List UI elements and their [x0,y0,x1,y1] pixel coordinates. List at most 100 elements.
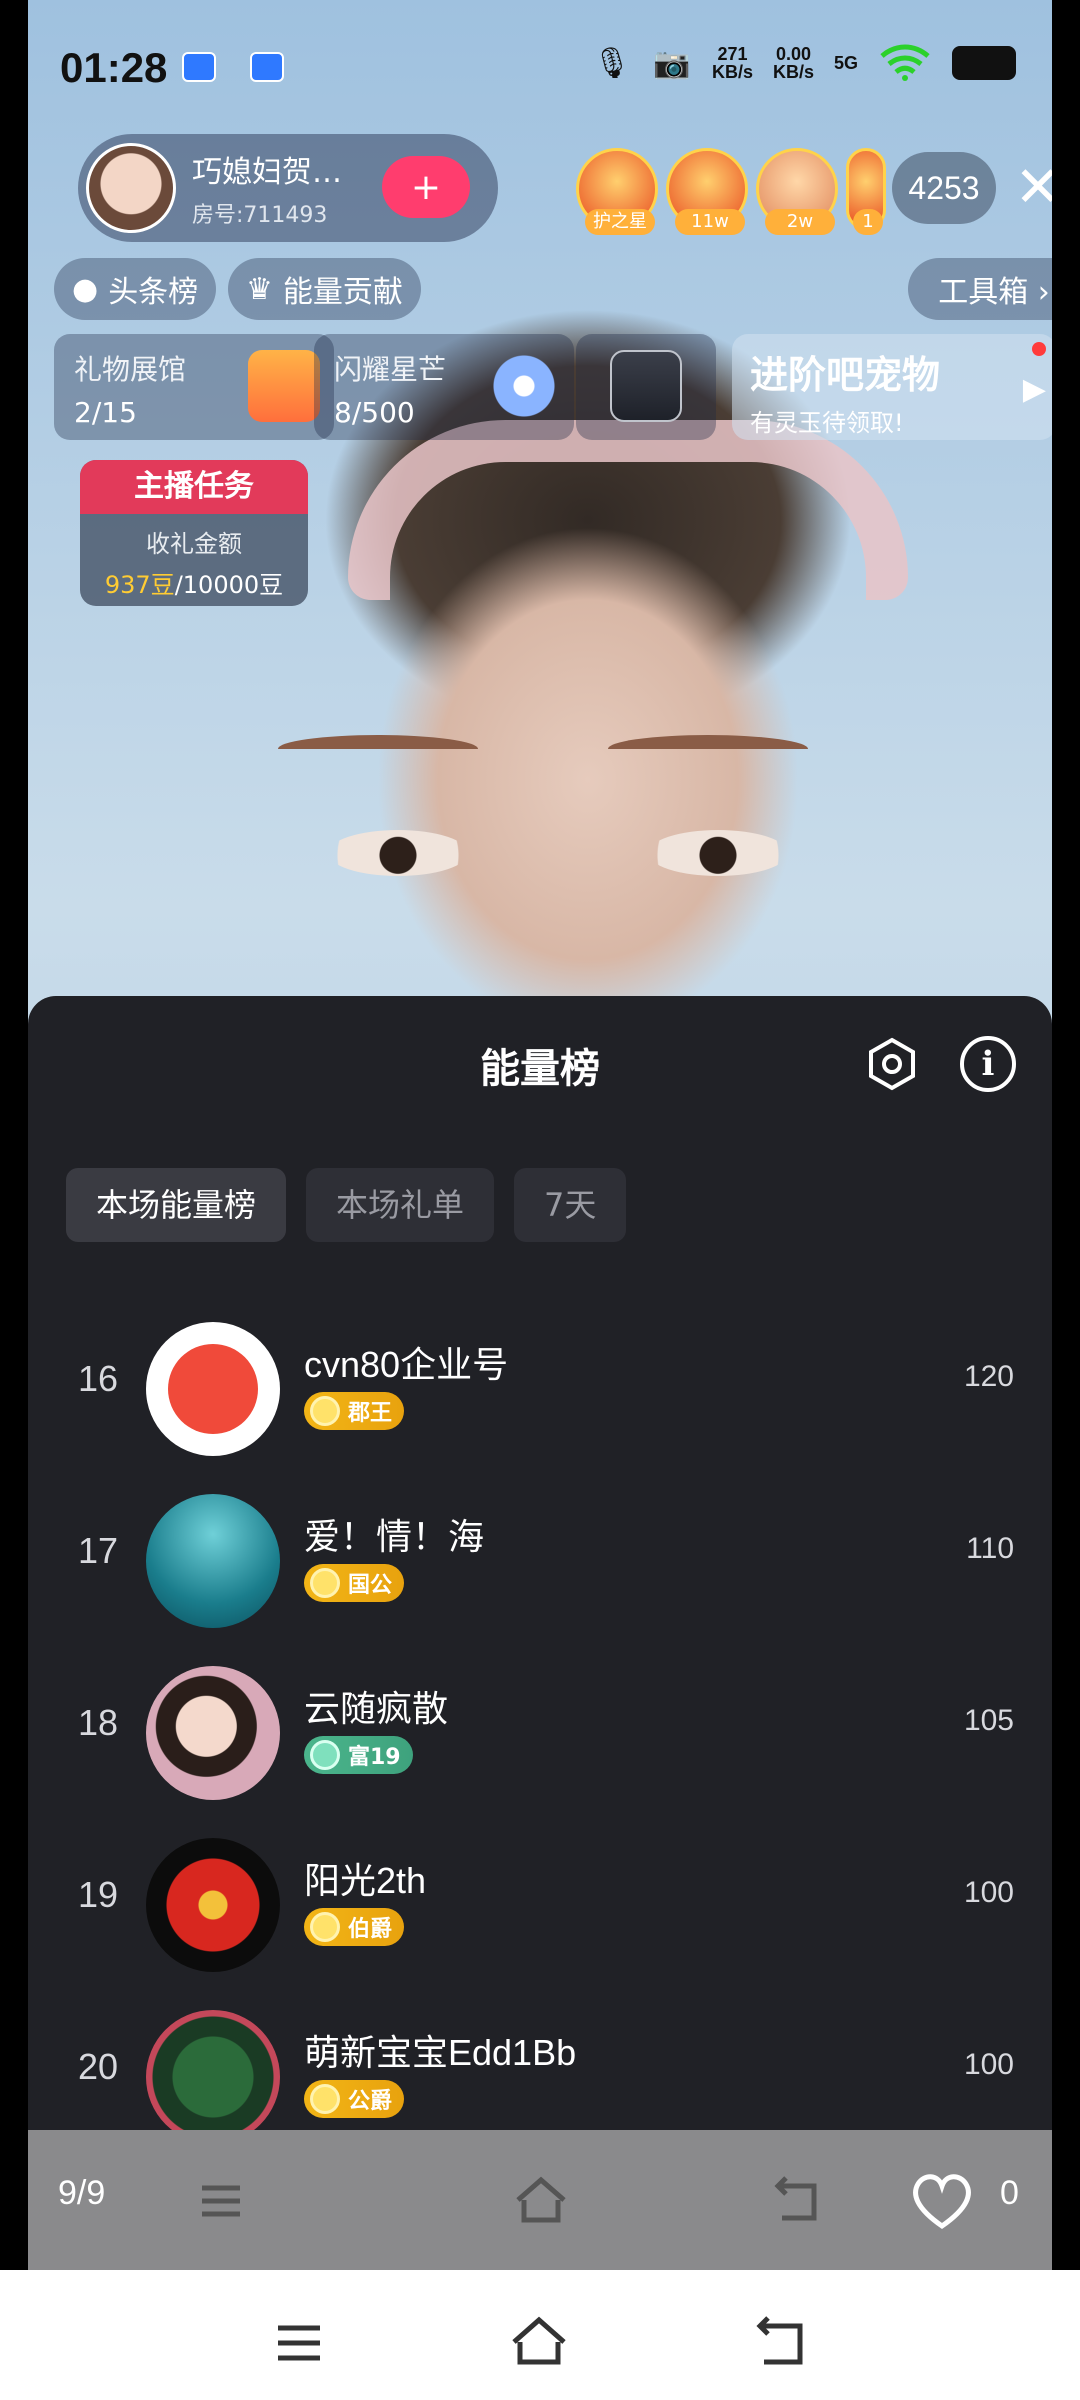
stream-video-detail [328,830,468,876]
fan-badge: 护之星 [585,209,655,235]
table-row[interactable]: 20 萌新宝宝Edd1Bb 公爵 100 [28,1994,1052,2136]
username: 云随疯散 [304,1688,449,1729]
avatar[interactable] [146,1838,280,1972]
live-stream-screen: 巧媳妇贺… 房号:711493 + 护之星 11w 2w 1 4253 ✕ ● … [28,0,1052,2270]
status-icons: 🎙 📷 271 KB/s 0.00 KB/s 5G [592,44,1016,82]
rank-number: 18 [78,1702,119,1743]
rank-number: 19 [78,1874,119,1915]
username: 爱！情！海 [304,1516,485,1557]
task-label: 收礼金额 [146,530,242,558]
username: 萌新宝宝Edd1Bb [304,2032,577,2073]
promo-title: 进阶吧宠物 [750,353,941,397]
signal-label: 5G [833,53,858,73]
status-bar: 01:28 🎙 📷 271 KB/s 0.00 KB/s 5G [0,0,1080,140]
task-current: 937豆 [104,571,175,599]
close-icon[interactable]: ✕ [1008,158,1052,218]
energy-contribution-button[interactable]: ♛ 能量贡献 [228,258,421,320]
tab-7-days[interactable]: 7天 [514,1168,627,1242]
table-row[interactable]: 17 爱！情！海 国公 110 [28,1478,1052,1638]
gift-box-icon [248,350,320,422]
camera-icon: 📷 [653,46,691,80]
table-row[interactable]: 16 cvn80企业号 郡王 120 [28,1306,1052,1466]
notification-app-icon [182,52,216,82]
net-speed-down: 0.00 KB/s [772,44,814,82]
fan-badge: 2w [765,209,835,235]
system-nav-bar [0,2270,1080,2400]
avatar[interactable] [146,1666,280,1800]
energy-rank-sheet: 能量榜 i 本场能量榜 本场礼单 7天 16 cvn80企业号 郡王 120 1… [28,996,1052,2136]
tab-session-gifts[interactable]: 本场礼单 [306,1168,495,1242]
toolbox-button[interactable]: 工具箱 › [908,258,1052,320]
top-fans-list: 护之星 11w 2w 1 [576,148,886,235]
page-indicator: 9/9 [58,2174,106,2212]
viewer-count[interactable]: 4253 [892,152,996,224]
back-icon[interactable] [764,2168,830,2234]
level-badge: 伯爵 [304,1908,405,1946]
info-icon[interactable]: i [960,1036,1016,1092]
notification-app-icon [250,52,284,82]
table-row[interactable]: 18 云随疯散 富19 105 [28,1650,1052,1810]
menu-icon[interactable] [188,2168,254,2234]
level-badge: 郡王 [304,1392,405,1430]
battery-icon [952,46,1016,80]
avatar[interactable] [146,1322,280,1456]
host-task-card[interactable]: 主播任务 收礼金额 937豆/10000豆 [80,460,308,606]
home-icon[interactable] [506,2310,572,2376]
rank-tabs: 本场能量榜 本场礼单 7天 [66,1168,627,1242]
energy-score: 110 [966,1532,1014,1565]
home-icon[interactable] [508,2168,574,2234]
fan-badge: 1 [853,209,883,235]
top-fan-avatar[interactable]: 护之星 [576,148,658,235]
level-badge: 富19 [304,1736,413,1774]
avatar[interactable] [146,1494,280,1628]
notification-dot [1032,342,1046,356]
headline-rank-label: 头条榜 [108,275,199,310]
top-fan-avatar[interactable]: 1 [846,148,886,235]
task-progress: 937豆/10000豆 [80,565,308,600]
flame-icon: ● [72,271,99,307]
stream-video-detail [608,735,808,763]
rank-list[interactable]: 16 cvn80企业号 郡王 120 17 爱！情！海 国公 110 18 云随… [28,1266,1052,2136]
username: 阳光2th [304,1860,427,1901]
like-count: 0 [1000,2174,1019,2212]
energy-score: 100 [963,2048,1014,2081]
tab-session-energy[interactable]: 本场能量榜 [66,1168,287,1242]
settings-icon[interactable] [864,1036,920,1092]
level-gem-icon [310,1740,340,1770]
energy-score: 105 [963,1704,1014,1737]
top-fan-avatar[interactable]: 2w [756,148,838,235]
status-time: 01:28 [60,44,168,91]
table-row[interactable]: 19 阳光2th 伯爵 100 [28,1822,1052,1982]
energy-score: 100 [963,1876,1014,1909]
fan-badge: 11w [675,209,745,235]
headline-rank-button[interactable]: ● 头条榜 [54,258,217,320]
follow-button[interactable]: + [382,156,470,218]
energy-contribution-label: 能量贡献 [282,275,403,310]
chevron-right-icon: ▶ [1022,372,1046,407]
promo-subtitle: 有灵玉待领取! [750,409,904,437]
microphone-icon: 🎙 [592,46,631,80]
username: cvn80企业号 [304,1344,509,1385]
wifi-icon [880,44,930,81]
host-name: 巧媳妇贺… [192,155,342,190]
level-badge: 公爵 [304,2080,405,2118]
shine-star-card[interactable]: 闪耀星芒 8/500 [314,334,574,440]
top-fan-avatar[interactable]: 11w [666,148,748,235]
menu-icon[interactable] [266,2310,332,2376]
avatar[interactable] [146,2010,280,2136]
gift-gallery-card[interactable]: 礼物展馆 2/15 [54,334,334,440]
pet-promo-card[interactable]: 进阶吧宠物 有灵玉待领取! ▶ [732,334,1052,440]
room-id: 房号:711493 [192,203,328,228]
host-card[interactable]: 巧媳妇贺… 房号:711493 + [78,134,498,242]
rank-number: 17 [78,1530,119,1571]
shield-badge-card[interactable] [576,334,716,440]
stream-video-detail [278,735,478,763]
task-header: 主播任务 [80,460,308,514]
shield-badge-icon [610,350,682,422]
host-avatar[interactable] [86,143,176,233]
stream-video-detail [648,830,788,876]
heart-icon[interactable] [906,2164,978,2236]
star-icon [488,350,560,422]
level-gem-icon [310,2084,340,2114]
back-icon[interactable] [748,2310,814,2376]
